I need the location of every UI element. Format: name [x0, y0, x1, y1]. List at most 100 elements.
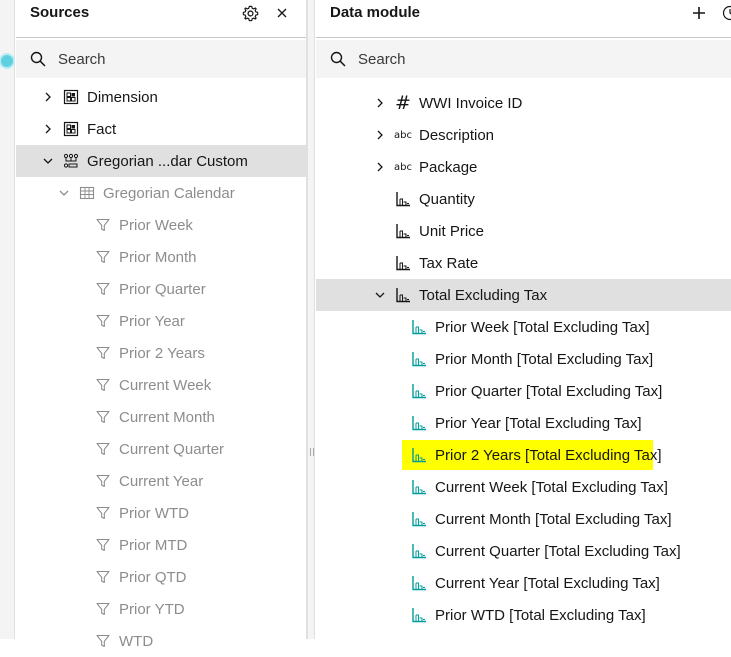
tree-item-label: Prior Week: [119, 217, 193, 234]
status-dot-icon: [1, 55, 13, 67]
chevron-spacer: [74, 635, 86, 647]
tree-item[interactable]: Prior Quarter: [16, 273, 306, 305]
table-icon: [79, 185, 95, 201]
tree-item[interactable]: Prior 2 Years: [16, 337, 306, 369]
tree-item-label: Current Quarter [Total Excluding Tax]: [435, 543, 681, 560]
measure-icon: [395, 255, 411, 271]
tree-item-label: Unit Price: [419, 223, 484, 240]
tree-item-label: Current Week: [119, 377, 211, 394]
tree-item[interactable]: Prior WTD [Total Excluding Tax]: [316, 599, 731, 631]
chevron-right-icon[interactable]: [374, 97, 386, 109]
chevron-down-icon[interactable]: [374, 289, 386, 301]
tree-item-label: Prior QTD: [119, 569, 187, 586]
tree-item[interactable]: Current Month [Total Excluding Tax]: [316, 503, 731, 535]
chevron-spacer: [390, 449, 402, 461]
model-icon: [63, 121, 79, 137]
tree-item[interactable]: Gregorian Calendar: [16, 177, 306, 209]
tree-item[interactable]: Fact: [16, 113, 306, 145]
tree-item[interactable]: Current Week: [16, 369, 306, 401]
tree-item-label: Current Year [Total Excluding Tax]: [435, 575, 660, 592]
panel-splitter[interactable]: [307, 0, 315, 639]
chevron-down-icon[interactable]: [42, 155, 54, 167]
tree-item[interactable]: Prior Quarter [Total Excluding Tax]: [316, 375, 731, 407]
close-button[interactable]: [272, 3, 292, 23]
chevron-spacer: [74, 475, 86, 487]
tree-item-label: Current Year: [119, 473, 203, 490]
relative-measure-icon: [411, 319, 427, 335]
sources-title: Sources: [30, 4, 89, 21]
chevron-spacer: [74, 379, 86, 391]
data-module-title: Data module: [330, 4, 420, 21]
tree-item[interactable]: Current Quarter: [16, 433, 306, 465]
tree-item[interactable]: Current Year [Total Excluding Tax]: [316, 567, 731, 599]
tree-item[interactable]: Prior MTD: [16, 529, 306, 561]
tree-item-label: Current Week [Total Excluding Tax]: [435, 479, 668, 496]
filter-icon: [95, 441, 111, 457]
relative-measure-icon: [411, 383, 427, 399]
splitter-handle-icon[interactable]: [310, 448, 314, 456]
sources-search-input[interactable]: [56, 50, 280, 69]
filter-icon: [95, 377, 111, 393]
tree-item-label: Total Excluding Tax: [419, 287, 547, 304]
tree-item[interactable]: Total Excluding Tax: [316, 279, 731, 311]
chevron-spacer: [390, 513, 402, 525]
tree-item[interactable]: Prior 2 Years [Total Excluding Tax]: [316, 439, 731, 471]
chevron-right-icon[interactable]: [42, 123, 54, 135]
tree-item-label: Prior 2 Years: [119, 345, 205, 362]
tree-item[interactable]: Prior Month: [16, 241, 306, 273]
chevron-spacer: [374, 193, 386, 205]
tree-item[interactable]: Current Year: [16, 465, 306, 497]
tree-item[interactable]: Prior QTD: [16, 561, 306, 593]
chevron-right-icon[interactable]: [374, 129, 386, 141]
tree-item-label: WWI Invoice ID: [419, 95, 522, 112]
tree-item[interactable]: Quantity: [316, 183, 731, 215]
filter-icon: [95, 345, 111, 361]
left-gutter: [0, 0, 15, 639]
add-button[interactable]: [689, 3, 709, 23]
filter-icon: [95, 313, 111, 329]
chevron-spacer: [74, 507, 86, 519]
tree-item-label: Gregorian ...dar Custom: [87, 153, 248, 170]
chevron-down-icon[interactable]: [58, 187, 70, 199]
filter-icon: [95, 569, 111, 585]
tree-item-label: Tax Rate: [419, 255, 478, 272]
tree-item[interactable]: #WWI Invoice ID: [316, 87, 731, 119]
tree-item[interactable]: Unit Price: [316, 215, 731, 247]
search-icon: [330, 50, 348, 68]
tree-item[interactable]: Prior Year: [16, 305, 306, 337]
filter-icon: [95, 409, 111, 425]
settings-button[interactable]: [240, 3, 260, 23]
tree-item-label: Current Quarter: [119, 441, 224, 458]
tree-item[interactable]: Prior YTD: [16, 593, 306, 625]
tree-item[interactable]: Current Quarter [Total Excluding Tax]: [316, 535, 731, 567]
tree-item[interactable]: Current Week [Total Excluding Tax]: [316, 471, 731, 503]
tree-item[interactable]: Tax Rate: [316, 247, 731, 279]
tree-item[interactable]: Prior Week [Total Excluding Tax]: [316, 311, 731, 343]
tree-item[interactable]: Prior Month [Total Excluding Tax]: [316, 343, 731, 375]
history-icon: [722, 5, 731, 21]
data-module-search[interactable]: [316, 40, 731, 78]
tree-item[interactable]: Prior Year [Total Excluding Tax]: [316, 407, 731, 439]
tree-item-label: Prior YTD: [119, 601, 185, 618]
chevron-spacer: [390, 385, 402, 397]
chevron-right-icon[interactable]: [374, 161, 386, 173]
sources-search[interactable]: [16, 40, 306, 78]
tree-item[interactable]: Gregorian ...dar Custom: [16, 145, 306, 177]
tree-item[interactable]: Prior Week: [16, 209, 306, 241]
tree-item[interactable]: abcDescription: [316, 119, 731, 151]
filter-icon: [95, 633, 111, 649]
chevron-spacer: [390, 577, 402, 589]
filter-icon: [95, 217, 111, 233]
tree-item[interactable]: Current Month: [16, 401, 306, 433]
tree-item[interactable]: abcPackage: [316, 151, 731, 183]
chevron-spacer: [390, 609, 402, 621]
data-module-search-input[interactable]: [356, 50, 580, 69]
tree-item[interactable]: WTD: [16, 625, 306, 657]
tree-item[interactable]: Dimension: [16, 81, 306, 113]
chevron-spacer: [74, 219, 86, 231]
more-options-button[interactable]: [720, 3, 731, 23]
chevron-spacer: [390, 353, 402, 365]
chevron-right-icon[interactable]: [42, 91, 54, 103]
tree-item-label: Prior Quarter [Total Excluding Tax]: [435, 383, 662, 400]
tree-item[interactable]: Prior WTD: [16, 497, 306, 529]
